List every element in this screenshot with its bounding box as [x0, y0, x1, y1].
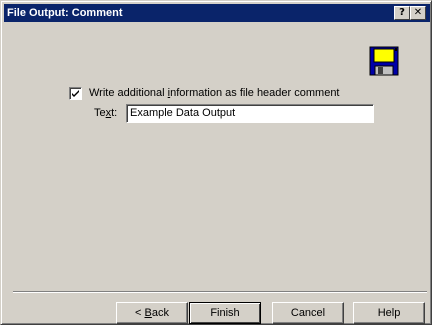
title-bar[interactable]: File Output: Comment ? ✕	[4, 4, 430, 22]
button-separator	[13, 291, 427, 293]
window-title: File Output: Comment	[7, 7, 123, 19]
cancel-button[interactable]: Cancel	[272, 302, 344, 324]
floppy-disk-icon	[369, 46, 399, 76]
write-header-checkbox[interactable]	[69, 87, 82, 100]
back-button[interactable]: < Back	[116, 302, 188, 324]
comment-text-input[interactable]: Example Data Output	[126, 104, 374, 123]
help-title-button[interactable]: ?	[394, 6, 410, 20]
help-button[interactable]: Help	[353, 302, 425, 324]
close-button[interactable]: ✕	[410, 6, 426, 20]
file-output-comment-dialog: File Output: Comment ? ✕ Write additiona…	[0, 0, 432, 325]
finish-button[interactable]: Finish	[189, 302, 261, 324]
text-label: Text:	[94, 107, 118, 119]
write-header-label[interactable]: Write additional information as file hea…	[89, 87, 340, 100]
